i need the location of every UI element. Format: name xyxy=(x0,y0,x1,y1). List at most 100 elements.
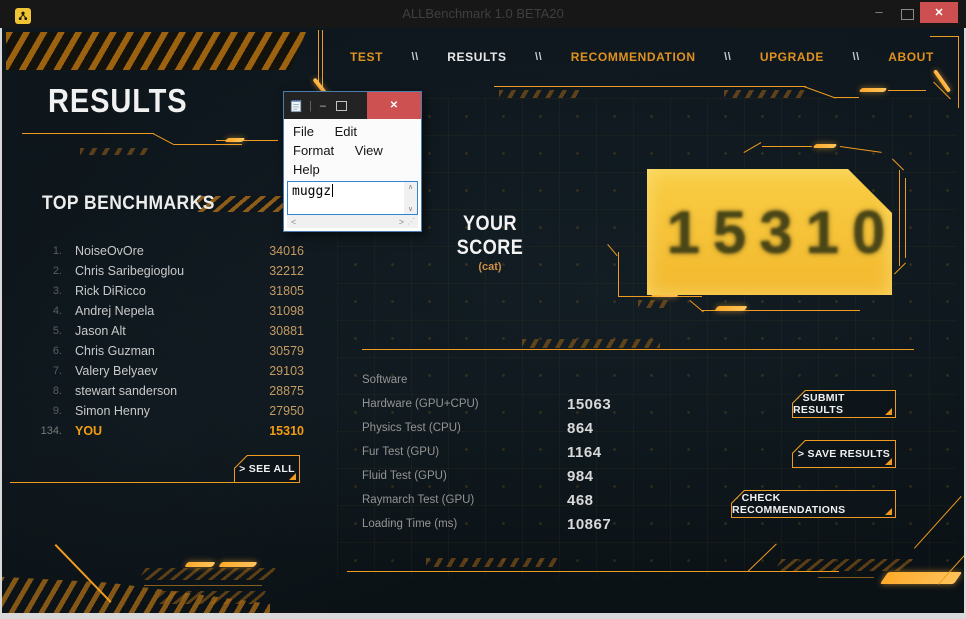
leaderboard: 1.NoiseOvOre34016 2.Chris Saribegioglou3… xyxy=(20,241,310,441)
player-name: Chris Guzman xyxy=(75,341,248,361)
deco-hatch xyxy=(724,90,806,98)
scroll-up-icon[interactable]: ∧ xyxy=(408,183,413,191)
menu-item-format[interactable]: Format xyxy=(293,143,334,158)
player-score: 27950 xyxy=(248,401,310,421)
nav-separator: \\ xyxy=(724,51,731,63)
nav-item-recommendation[interactable]: RECOMMENDATION xyxy=(571,50,696,64)
player-score: 29103 xyxy=(248,361,310,381)
detail-label: Software xyxy=(362,374,567,386)
save-results-button[interactable]: > SAVE RESULTS xyxy=(792,440,896,468)
scroll-left-icon[interactable]: < xyxy=(291,217,296,227)
deco-line xyxy=(153,133,175,145)
see-all-button[interactable]: > SEE ALL xyxy=(234,455,300,483)
deco-line xyxy=(899,170,900,266)
submit-results-label: > SUBMIT RESULTS xyxy=(793,391,895,417)
detail-label: Fur Test (GPU) xyxy=(362,446,567,458)
nav-item-test[interactable]: TEST xyxy=(350,50,383,64)
player-name: Andrej Nepela xyxy=(75,301,248,321)
app-window: ALLBenchmark 1.0 BETA20 – ✕ TEST \\ RESU… xyxy=(0,0,966,619)
check-recommendations-button[interactable]: > CHECK RECOMMENDATIONS xyxy=(731,490,896,518)
check-recommendations-label: > CHECK RECOMMENDATIONS xyxy=(732,491,895,517)
player-score: 34016 xyxy=(248,241,310,261)
detail-value: 10867 xyxy=(567,516,611,533)
deco-hatch xyxy=(80,148,150,155)
deco-line xyxy=(894,262,906,274)
rank: 7. xyxy=(20,361,62,381)
notepad-text-area[interactable]: muggz ∧ ∨ xyxy=(287,181,418,215)
notepad-text-value: muggz xyxy=(292,184,331,199)
minimize-icon[interactable]: – xyxy=(870,4,888,19)
player-score: 28875 xyxy=(248,381,310,401)
deco-dash xyxy=(184,562,216,567)
player-score: 32212 xyxy=(248,261,310,281)
deco-line xyxy=(318,30,319,82)
deco-line xyxy=(938,547,964,585)
notepad-text[interactable]: muggz xyxy=(288,182,404,214)
divider: | xyxy=(309,100,312,112)
deco-line xyxy=(835,97,859,98)
table-row: 9. Simon Henny27950 xyxy=(20,401,310,421)
detail-row: Loading Time (ms)10867 xyxy=(362,512,662,536)
detail-label: Hardware (GPU+CPU) xyxy=(362,398,567,410)
deco-line xyxy=(892,158,904,170)
deco-hazard-banner xyxy=(6,32,306,70)
rank: 9. xyxy=(20,401,62,421)
deco-line xyxy=(55,544,112,603)
deco-divider xyxy=(362,349,914,350)
deco-line xyxy=(144,585,262,586)
detail-row: Hardware (GPU+CPU)15063 xyxy=(362,392,662,416)
nav-separator: \\ xyxy=(852,51,859,63)
table-row: 2.Chris Saribegioglou32212 xyxy=(20,261,310,281)
deco-hatch xyxy=(522,339,660,348)
score-details: Software Hardware (GPU+CPU)15063 Physics… xyxy=(362,368,662,536)
submit-results-button[interactable]: > SUBMIT RESULTS xyxy=(792,390,896,418)
horizontal-scrollbar[interactable]: < > ⋰ xyxy=(287,215,418,228)
menu-item-file[interactable]: File xyxy=(293,124,314,139)
detail-row: Physics Test (CPU)864 xyxy=(362,416,662,440)
notepad-minimize-icon[interactable]: – xyxy=(320,101,326,111)
player-score: 15310 xyxy=(248,421,310,441)
resize-grip-icon[interactable]: ⋰ xyxy=(404,217,418,226)
rank: 2. xyxy=(20,261,62,281)
table-row: 6.Chris Guzman30579 xyxy=(20,341,310,361)
menu-item-view[interactable]: View xyxy=(355,143,383,158)
deco-line xyxy=(804,86,836,99)
deco-line xyxy=(930,36,958,37)
deco-hatch xyxy=(774,559,913,571)
nav-item-upgrade[interactable]: UPGRADE xyxy=(760,50,824,64)
score-box: 15310 xyxy=(647,169,892,295)
player-name: Simon Henny xyxy=(75,401,248,421)
nav-item-results[interactable]: RESULTS xyxy=(447,50,506,64)
deco-line xyxy=(618,296,702,297)
close-icon[interactable]: ✕ xyxy=(920,2,958,23)
notepad-maximize-icon[interactable] xyxy=(336,101,347,111)
your-score-block: YOUR SCORE (cat) xyxy=(418,212,562,273)
scroll-down-icon[interactable]: ∨ xyxy=(408,205,413,213)
window-title: ALLBenchmark 1.0 BETA20 xyxy=(0,6,966,21)
page-title: RESULTS xyxy=(48,82,188,120)
maximize-icon[interactable] xyxy=(901,9,914,20)
corner-triangle-icon xyxy=(885,458,892,465)
notepad-window[interactable]: | – ✕ File Edit Format View Help mu xyxy=(283,91,422,232)
deco-dash xyxy=(813,144,838,148)
nav-item-about[interactable]: ABOUT xyxy=(888,50,934,64)
notepad-close-icon[interactable]: ✕ xyxy=(367,92,421,119)
menu-row: Format View xyxy=(293,141,421,160)
table-row: 8.stewart sanderson28875 xyxy=(20,381,310,401)
vertical-scrollbar[interactable]: ∧ ∨ xyxy=(404,182,417,214)
save-results-label: > SAVE RESULTS xyxy=(793,441,895,467)
rank: 134. xyxy=(20,421,62,441)
rank: 5. xyxy=(20,321,62,341)
deco-line xyxy=(762,146,812,147)
table-row: 7.Valery Belyaev29103 xyxy=(20,361,310,381)
deco-line xyxy=(607,244,617,256)
menu-item-help[interactable]: Help xyxy=(293,162,320,177)
player-score: 30579 xyxy=(248,341,310,361)
detail-label: Raymarch Test (GPU) xyxy=(362,494,567,506)
player-name: Rick DiRicco xyxy=(75,281,248,301)
notepad-title-bar[interactable]: | – ✕ xyxy=(284,92,421,119)
deco-hatch xyxy=(638,300,672,308)
player-score: 31098 xyxy=(248,301,310,321)
menu-item-edit[interactable]: Edit xyxy=(335,124,357,139)
your-score-label: YOUR SCORE xyxy=(428,212,552,260)
